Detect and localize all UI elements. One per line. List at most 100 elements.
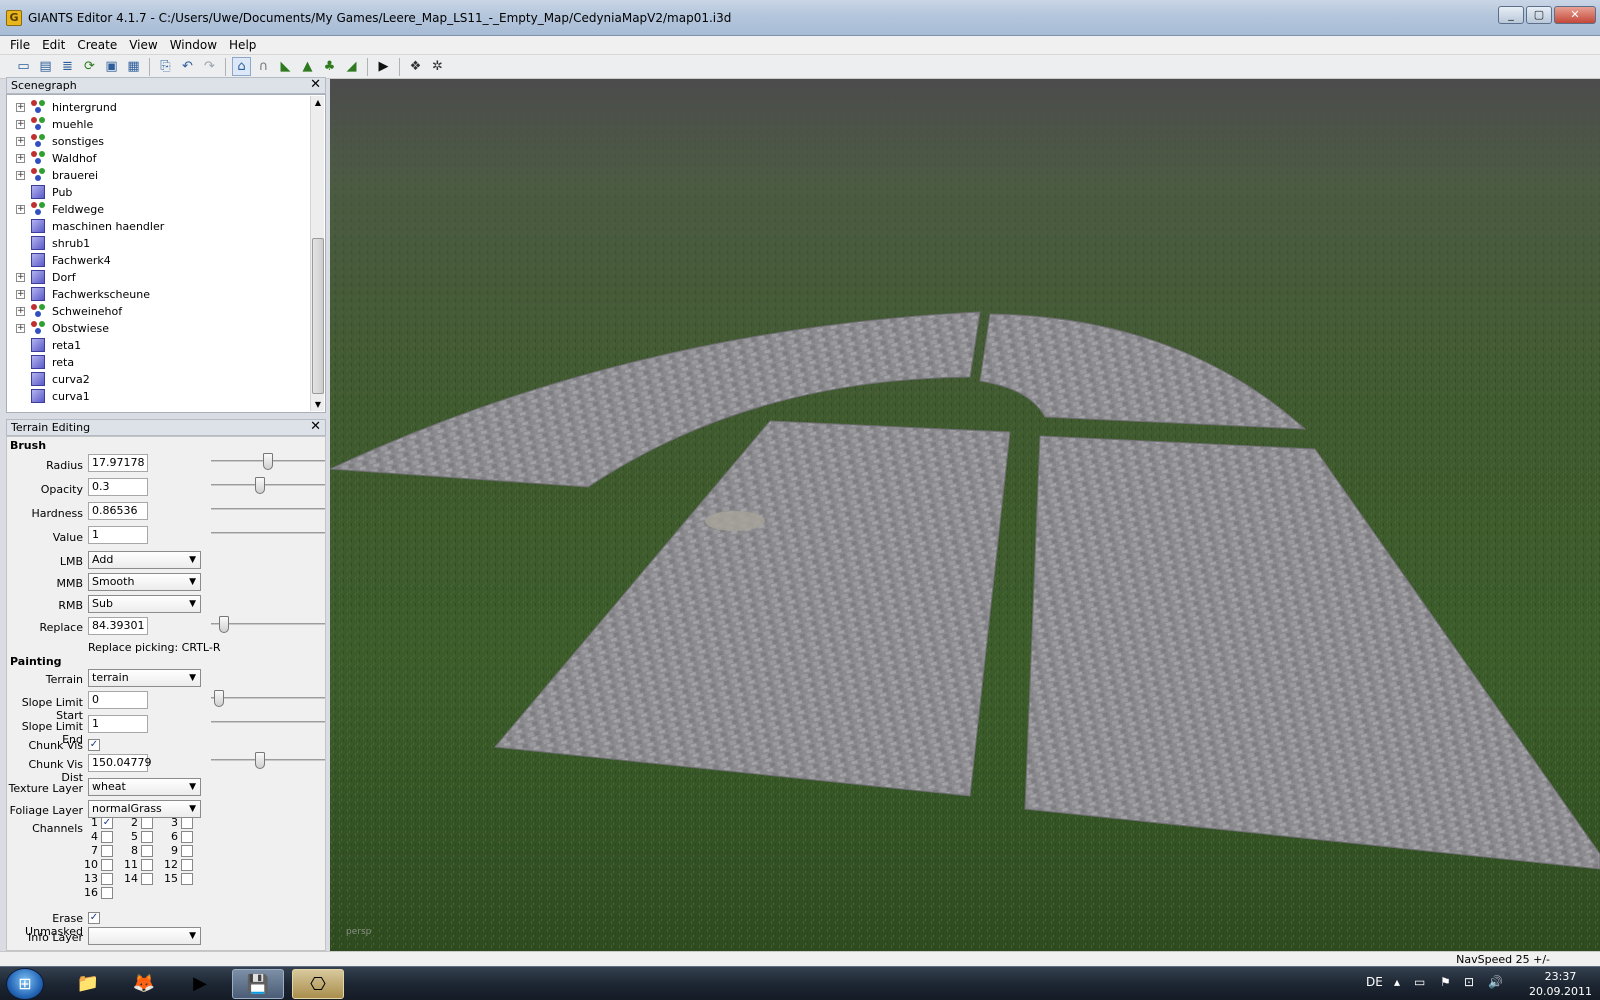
replace-slider-thumb[interactable] (219, 616, 230, 633)
media-player-taskbar-icon[interactable]: ▶ (174, 969, 226, 999)
channel-checkbox[interactable] (181, 845, 193, 857)
expand-icon[interactable]: + (16, 154, 25, 163)
mmb-select[interactable]: Smooth ▼ (88, 573, 201, 591)
info-layer-icon[interactable]: ◢ (342, 57, 361, 76)
undo-icon[interactable]: ↶ (178, 57, 197, 76)
save-app-taskbar-icon[interactable]: 💾 (232, 969, 284, 999)
rmb-select[interactable]: Sub ▼ (88, 595, 201, 613)
expand-icon[interactable]: + (16, 324, 25, 333)
expand-icon[interactable]: + (16, 103, 25, 112)
scrollbar-thumb[interactable] (312, 238, 324, 394)
channel-checkbox[interactable]: ✓ (101, 817, 113, 829)
channel-checkbox[interactable] (101, 831, 113, 843)
menu-view[interactable]: View (129, 38, 157, 52)
network-icon[interactable]: ⊡ (1464, 975, 1474, 989)
physics-debug-icon[interactable]: ✲ (428, 57, 447, 76)
slope-limit-end-slider[interactable] (211, 721, 325, 723)
chunk-vis-checkbox[interactable]: ✓ (88, 739, 100, 751)
channel-checkbox[interactable] (181, 873, 193, 885)
chunk-vis-dist-slider[interactable] (211, 759, 325, 761)
close-button[interactable]: ✕ (1554, 6, 1596, 24)
channel-checkbox[interactable] (181, 859, 193, 871)
tree-item[interactable]: + hintergrund (7, 99, 307, 116)
expand-icon[interactable]: + (16, 273, 25, 282)
tree-item[interactable]: curva1 (7, 388, 307, 405)
foliage-paint-icon[interactable]: ♣ (320, 57, 339, 76)
menu-help[interactable]: Help (229, 38, 256, 52)
redo-icon[interactable]: ↷ (200, 57, 219, 76)
channel-checkbox[interactable] (101, 845, 113, 857)
volume-icon[interactable]: 🔊 (1488, 975, 1503, 989)
hardness-slider[interactable] (211, 508, 325, 510)
tree-item[interactable]: Fachwerk4 (7, 252, 307, 269)
channel-checkbox[interactable] (141, 859, 153, 871)
save-icon[interactable]: ▣ (102, 57, 121, 76)
expand-icon[interactable]: + (16, 137, 25, 146)
show-hidden-icons-icon[interactable]: ▴ (1394, 975, 1400, 989)
radius-input[interactable]: 17.97178 (88, 454, 148, 472)
tree-item[interactable]: curva2 (7, 371, 307, 388)
system-clock[interactable]: 23:37 20.09.2011 (1529, 969, 1592, 999)
slope-limit-start-input[interactable]: 0 (88, 691, 148, 709)
menu-file[interactable]: File (10, 38, 30, 52)
texture-layer-select[interactable]: wheat ▼ (88, 778, 201, 796)
radius-slider-thumb[interactable] (263, 453, 273, 470)
channel-checkbox[interactable] (141, 845, 153, 857)
scroll-up-icon[interactable]: ▲ (311, 98, 325, 107)
lmb-select[interactable]: Add ▼ (88, 551, 201, 569)
terrain-sculpt-icon[interactable]: ◣ (276, 57, 295, 76)
hardness-input[interactable]: 0.86536 (88, 502, 148, 520)
channel-checkbox[interactable] (141, 817, 153, 829)
channel-checkbox[interactable] (181, 817, 193, 829)
erase-unmasked-checkbox[interactable]: ✓ (88, 912, 100, 924)
tree-item[interactable]: + Feldwege (7, 201, 307, 218)
maximize-button[interactable]: ▢ (1526, 6, 1552, 24)
expand-icon[interactable]: + (16, 290, 25, 299)
value-slider[interactable] (211, 532, 325, 534)
channel-checkbox[interactable] (141, 831, 153, 843)
terrain-paint-icon[interactable]: ▲ (298, 57, 317, 76)
slope-limit-end-input[interactable]: 1 (88, 715, 148, 733)
foliage-layer-select[interactable]: normalGrass ▼ (88, 800, 201, 818)
tree-item[interactable]: reta1 (7, 337, 307, 354)
menu-edit[interactable]: Edit (42, 38, 65, 52)
tree-item[interactable]: + brauerei (7, 167, 307, 184)
reload-icon[interactable]: ⟳ (80, 57, 99, 76)
slope-limit-start-slider-thumb[interactable] (214, 690, 225, 707)
start-button[interactable]: ⊞ (6, 968, 44, 1000)
opacity-input[interactable]: 0.3 (88, 478, 148, 496)
import-icon[interactable]: ⎘ (156, 57, 175, 76)
channel-checkbox[interactable] (141, 873, 153, 885)
3d-viewport[interactable]: persp (330, 79, 1600, 951)
tree-item[interactable]: + muehle (7, 116, 307, 133)
channel-checkbox[interactable] (101, 873, 113, 885)
physics-icon[interactable]: ❖ (406, 57, 425, 76)
save-as-icon[interactable]: ▦ (124, 57, 143, 76)
tree-item[interactable]: Pub (7, 184, 307, 201)
magnet-icon[interactable]: ∩ (254, 57, 273, 76)
expand-icon[interactable]: + (16, 307, 25, 316)
language-indicator[interactable]: DE (1366, 975, 1383, 989)
scenegraph-scrollbar[interactable]: ▲ ▼ (310, 96, 324, 411)
replace-input[interactable]: 84.39301 (88, 617, 148, 635)
open-file-icon[interactable]: ▤ (36, 57, 55, 76)
close-terrain-editing-icon[interactable]: ✕ (310, 419, 321, 434)
open-recent-icon[interactable]: ≣ (58, 57, 77, 76)
tree-item[interactable]: + Dorf (7, 269, 307, 286)
channel-checkbox[interactable] (181, 831, 193, 843)
monitor-icon[interactable]: ▭ (1414, 975, 1425, 989)
minimize-button[interactable]: _ (1498, 6, 1524, 24)
opacity-slider-thumb[interactable] (254, 477, 265, 494)
play-icon[interactable]: ▶ (374, 57, 393, 76)
slope-limit-start-slider[interactable] (211, 697, 325, 699)
tree-item[interactable]: maschinen haendler (7, 218, 307, 235)
action-center-flag-icon[interactable]: ⚑ (1440, 975, 1451, 989)
value-input[interactable]: 1 (88, 526, 148, 544)
tree-item[interactable]: + Waldhof (7, 150, 307, 167)
channel-checkbox[interactable] (101, 887, 113, 899)
tree-item[interactable]: + Fachwerkscheune (7, 286, 307, 303)
scroll-down-icon[interactable]: ▼ (311, 400, 325, 409)
firefox-taskbar-icon[interactable]: 🦊 (118, 969, 170, 999)
expand-icon[interactable]: + (16, 205, 25, 214)
tree-item[interactable]: + Schweinehof (7, 303, 307, 320)
